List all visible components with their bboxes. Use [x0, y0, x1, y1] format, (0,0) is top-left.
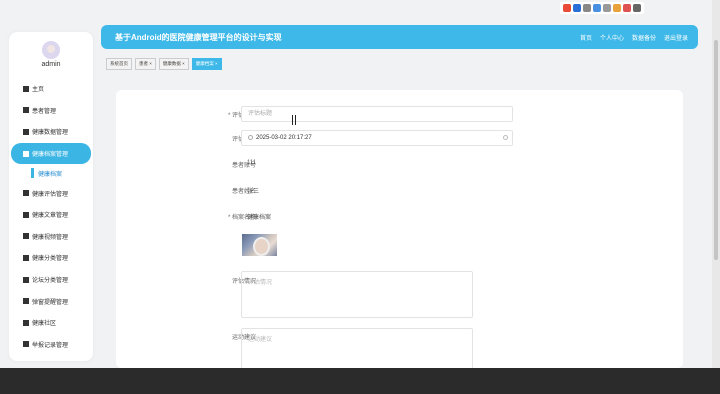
grid-icon: [23, 319, 29, 326]
header-link-profile[interactable]: 个人中心: [600, 33, 624, 42]
sidebar-item-forum-categories[interactable]: 论坛分类管理: [11, 269, 91, 291]
sidebar-nav: 主页 患者管理 健康数据管理 健康档案管理 健康档案 健康评估管理 健康文章管理…: [11, 78, 91, 355]
home-icon: [23, 85, 29, 92]
grid-icon: [23, 233, 29, 240]
header-link-home[interactable]: 首页: [580, 33, 592, 42]
ime-toolbar: [560, 2, 644, 14]
sidebar-item-community[interactable]: 健康社区: [11, 312, 91, 334]
punct-icon[interactable]: [583, 4, 591, 12]
patient-account-value: 111: [247, 160, 257, 166]
header-link-backup[interactable]: 数据备份: [632, 33, 656, 42]
sidebar-item-health-eval[interactable]: 健康评估管理: [11, 182, 91, 204]
screen-bottom-strip: [0, 368, 720, 394]
grid-icon: [23, 211, 29, 218]
thumb-icon: [23, 254, 29, 261]
app-title: 基于Android的医院健康管理平台的设计与实现: [115, 32, 282, 42]
mic-icon[interactable]: [593, 4, 601, 12]
header-links: 首页 个人中心 数据备份 退出登录: [580, 33, 688, 42]
clock-icon: [248, 134, 253, 140]
sogou-icon[interactable]: [563, 4, 571, 12]
check-icon: [23, 190, 29, 197]
sidebar-item-popups[interactable]: 弹窗提醒管理: [11, 290, 91, 312]
grid-icon: [23, 150, 29, 157]
keyboard-icon[interactable]: [603, 4, 611, 12]
user-name: admin: [41, 61, 61, 68]
tab-system-home[interactable]: 系统首页: [106, 58, 132, 70]
sidebar-item-home[interactable]: 主页: [11, 78, 91, 100]
gift-icon[interactable]: [623, 4, 631, 12]
lang-icon[interactable]: [573, 4, 581, 12]
suggestion-textarea[interactable]: 运动建议: [241, 328, 473, 368]
form-card: * 评估标题 评估标题 评估时间 2025-03-02 20:17:27 患者账…: [116, 90, 683, 368]
text-cursor-icon: [292, 115, 296, 125]
sidebar: admin 主页 患者管理 健康数据管理 健康档案管理 健康档案 健康评估管理 …: [9, 32, 93, 361]
header-link-logout[interactable]: 退出登录: [664, 33, 688, 42]
page-scrollbar[interactable]: [712, 0, 720, 368]
eval-title-input[interactable]: 评估标题: [241, 106, 513, 122]
eval-time-picker[interactable]: 2025-03-02 20:17:27: [241, 130, 513, 146]
sidebar-item-videos[interactable]: 健康视频管理: [11, 226, 91, 248]
sidebar-item-patients[interactable]: 患者管理: [11, 100, 91, 122]
send-icon: [23, 107, 29, 114]
record-name-value: 健康档案: [247, 215, 272, 221]
eval-status-textarea[interactable]: 评估情况: [241, 271, 473, 318]
report-icon: [23, 341, 29, 348]
user-avatar[interactable]: [42, 41, 60, 59]
grid-icon: [23, 128, 29, 135]
patient-name-value: 张三: [247, 189, 260, 195]
tab-health-records[interactable]: 健康档案 ×: [191, 58, 222, 70]
top-header: 基于Android的医院健康管理平台的设计与实现 首页 个人中心 数据备份 退出…: [101, 25, 698, 49]
sidebar-item-articles[interactable]: 健康文章管理: [11, 204, 91, 226]
tab-health-data[interactable]: 健康数据 ×: [158, 58, 189, 70]
sidebar-item-health-records[interactable]: 健康档案管理: [11, 142, 91, 165]
grid-menu-icon[interactable]: [633, 4, 641, 12]
skin-icon[interactable]: [613, 4, 621, 12]
sidebar-item-health-data[interactable]: 健康数据管理: [11, 121, 91, 143]
patient-photo[interactable]: [242, 234, 277, 256]
clear-icon[interactable]: [503, 135, 508, 140]
sidebar-item-categories[interactable]: 健康分类管理: [11, 247, 91, 269]
sidebar-subitem-health-record[interactable]: 健康档案: [11, 164, 91, 182]
tab-patients[interactable]: 患者 ×: [135, 58, 156, 70]
scrollbar-thumb[interactable]: [714, 40, 718, 260]
app-screen: admin 主页 患者管理 健康数据管理 健康档案管理 健康档案 健康评估管理 …: [0, 0, 720, 368]
grid-icon: [23, 298, 29, 305]
sidebar-item-reports[interactable]: 举报记录管理: [11, 334, 91, 356]
tab-bar: 系统首页 患者 × 健康数据 × 健康档案 ×: [106, 58, 222, 70]
calendar-icon: [23, 276, 29, 283]
